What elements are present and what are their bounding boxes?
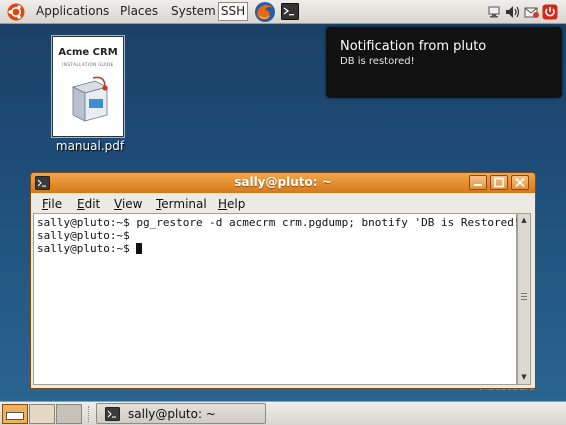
terminal-line: sally@pluto:~$ pg_restore -d acmecrm crm… [37, 216, 528, 229]
workspace-window-thumb [6, 412, 24, 420]
menu-view-mnemonic: V [114, 197, 122, 211]
pdf-thumbnail: Acme CRM INSTALLATION GUIDE [52, 36, 124, 137]
bottom-panel: sally@pluto: ~ [0, 401, 566, 425]
scroll-up-icon[interactable]: ▲ [518, 214, 530, 227]
maximize-button[interactable] [490, 175, 508, 190]
menu-help-label: elp [227, 197, 246, 211]
panel-handle[interactable] [88, 406, 91, 422]
volume-icon[interactable] [504, 4, 520, 20]
window-title: sally@pluto: ~ [234, 175, 332, 189]
pdf-thumb-title: Acme CRM [58, 47, 118, 58]
notification-title: Notification from pluto [340, 39, 487, 54]
menu-edit-label: dit [84, 197, 101, 211]
menu-help-mnemonic: H [218, 197, 228, 211]
firefox-icon[interactable] [254, 1, 276, 23]
close-icon [515, 177, 525, 188]
taskbar-button-terminal[interactable]: sally@pluto: ~ [96, 403, 266, 424]
vertical-scrollbar[interactable]: ▲ ▼ [517, 213, 531, 385]
scroll-down-icon[interactable]: ▼ [518, 371, 530, 384]
menu-places[interactable]: Places [120, 3, 158, 20]
terminal-window: sally@pluto: ~ File Edit View Terminal H… [30, 172, 536, 389]
taskbar-label: sally@pluto: ~ [128, 407, 216, 421]
terminal-prompt: sally@pluto:~$ [37, 242, 137, 255]
text-cursor [136, 243, 143, 254]
desktop-file-icon[interactable]: Acme CRM INSTALLATION GUIDE manual.pdf [45, 34, 135, 159]
menu-system[interactable]: System [171, 3, 216, 20]
terminal-line: sally@pluto:~$ [37, 229, 130, 242]
notification-popup[interactable]: Notification from pluto DB is restored! [326, 27, 562, 98]
mail-icon[interactable] [524, 4, 540, 20]
power-icon[interactable] [542, 4, 558, 20]
menu-applications[interactable]: Applications [36, 3, 109, 20]
ubuntu-logo-icon[interactable] [6, 2, 26, 22]
menu-view[interactable]: View [114, 196, 142, 212]
notification-body: DB is restored! [340, 56, 415, 67]
minimize-icon [474, 184, 482, 186]
ssh-button[interactable]: SSH [218, 2, 248, 21]
pdf-thumb-subtitle: INSTALLATION GUIDE [62, 62, 114, 67]
menu-file[interactable]: File [42, 196, 62, 212]
top-panel: Applications Places System SSH [0, 0, 566, 24]
menu-view-label: iew [121, 197, 143, 211]
workspace-3[interactable] [56, 404, 82, 424]
menu-terminal[interactable]: Terminal [156, 196, 207, 212]
terminal-output[interactable]: sally@pluto:~$ pg_restore -d acmecrm crm… [33, 213, 527, 385]
menu-terminal-label: erminal [161, 197, 207, 211]
terminal-task-icon [105, 407, 120, 421]
minimize-button[interactable] [469, 175, 487, 190]
network-icon[interactable] [487, 4, 503, 20]
menu-help[interactable]: Help [218, 196, 245, 212]
scroll-grip[interactable] [521, 293, 527, 300]
terminal-launcher-icon[interactable] [281, 3, 299, 20]
close-button[interactable] [511, 175, 529, 190]
menu-edit-mnemonic: E [77, 197, 85, 211]
menu-edit[interactable]: Edit [77, 196, 100, 212]
workspace-2[interactable] [29, 404, 55, 424]
window-titlebar[interactable]: sally@pluto: ~ [31, 173, 535, 193]
menu-file-label: ile [48, 197, 63, 211]
terminal-prompt-line: sally@pluto:~$ [37, 242, 143, 255]
menubar: File Edit View Terminal Help [31, 193, 535, 213]
desktop-file-label: manual.pdf [55, 139, 125, 153]
maximize-icon [494, 177, 504, 188]
installer-box-icon [71, 76, 109, 122]
workspace-1[interactable] [2, 404, 28, 424]
